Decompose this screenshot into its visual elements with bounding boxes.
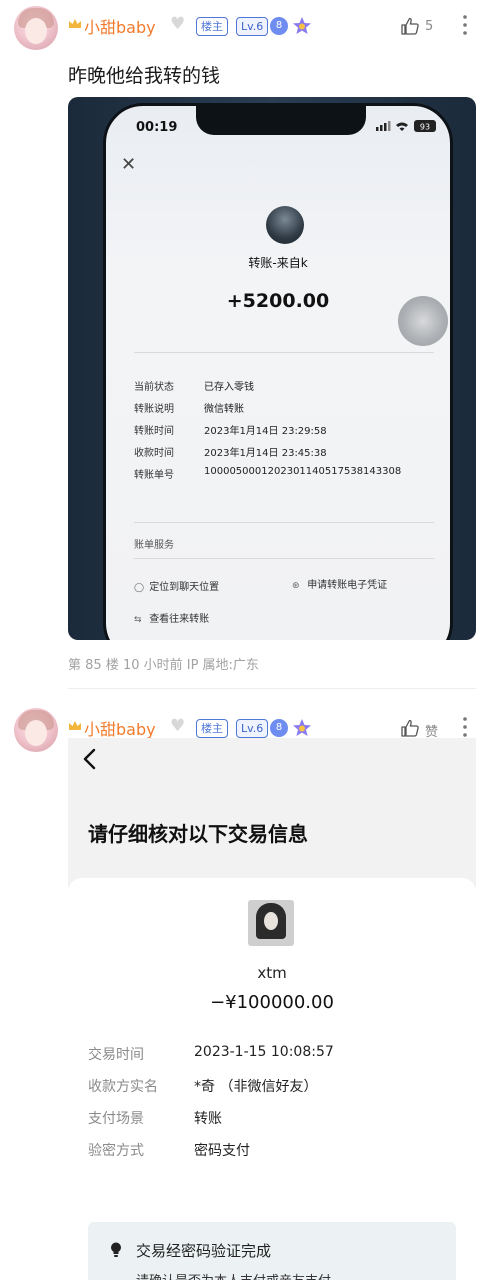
- back-chevron-icon[interactable]: [82, 748, 96, 770]
- bill-service-label: 账单服务: [134, 540, 174, 551]
- crown-icon: [69, 19, 81, 28]
- post-separator: [68, 688, 476, 689]
- heart-icon: ♥: [170, 14, 186, 34]
- host-badge: 楼主: [196, 17, 228, 36]
- more-options-icon[interactable]: [462, 716, 468, 738]
- crown-icon: [69, 721, 81, 730]
- chat-bubble-icon: ◯: [134, 583, 145, 593]
- status-icons: 93: [376, 120, 436, 132]
- username[interactable]: 小甜baby: [84, 14, 156, 38]
- payee-avatar: [248, 900, 294, 946]
- divider: [134, 558, 434, 559]
- like-count: 5: [425, 19, 434, 34]
- post-header: 小甜baby ♥ 楼主 Lv.6 8 5: [0, 0, 491, 60]
- transfer-from: 转账-来自k: [248, 256, 308, 270]
- notice-title: 交易经密码验证完成: [136, 1242, 272, 1260]
- confirm-title: 请仔细核对以下交易信息: [88, 822, 308, 846]
- shield-badge: 8: [270, 17, 288, 35]
- transfer-amount: +5200.00: [226, 290, 330, 312]
- shield-badge: 8: [270, 719, 288, 737]
- user-avatar[interactable]: [14, 6, 58, 50]
- thumbs-up-icon[interactable]: [400, 718, 420, 738]
- voucher-icon: ⊛: [292, 581, 300, 591]
- phone-screen: 00:19 93 ✕ 转账-来自k +5200.00 当前状态 已存入零钱 转账说…: [103, 103, 453, 640]
- star-badge-icon: [293, 719, 311, 736]
- view-transfers-link[interactable]: ⇆ 查看往来转账: [134, 610, 209, 625]
- heart-icon: ♥: [170, 716, 186, 736]
- transaction-card: xtm −¥100000.00 交易时间 2023-1-15 10:08:57 收…: [68, 878, 476, 1280]
- apply-voucher-link[interactable]: ⊛ 申请转账电子凭证: [292, 576, 387, 591]
- divider: [134, 522, 434, 523]
- battery-level: 93: [420, 123, 430, 132]
- locate-chat-link[interactable]: ◯ 定位到聊天位置: [134, 578, 219, 593]
- post-photo-transfer[interactable]: 00:19 93 ✕ 转账-来自k +5200.00 当前状态 已存入零钱 转账说…: [68, 97, 476, 640]
- sender-avatar: [266, 206, 304, 244]
- divider: [134, 352, 434, 353]
- post-photo-payment-confirm[interactable]: 请仔细核对以下交易信息 xtm −¥100000.00 交易时间 2023-1-1…: [68, 738, 476, 1280]
- star-badge-icon: [293, 17, 311, 34]
- verification-notice: 交易经密码验证完成 请确认是否为本人支付或亲友支付: [88, 1222, 456, 1280]
- payment-amount: −¥100000.00: [210, 992, 334, 1013]
- thumbs-up-icon[interactable]: [400, 16, 420, 36]
- payee-name: xtm: [257, 964, 287, 982]
- assistive-touch-button[interactable]: [398, 296, 448, 346]
- user-avatar[interactable]: [14, 708, 58, 752]
- lightbulb-icon: [111, 1242, 121, 1257]
- post-text: 昨晚他给我转的钱: [68, 65, 221, 87]
- status-time: 00:19: [136, 120, 178, 135]
- level-badge: Lv.6: [236, 719, 269, 738]
- level-badge: Lv.6: [236, 17, 269, 36]
- notice-subtitle: 请确认是否为本人支付或亲友支付: [136, 1270, 331, 1280]
- swap-icon: ⇆: [134, 615, 142, 625]
- host-badge: 楼主: [196, 719, 228, 738]
- close-icon[interactable]: ✕: [121, 154, 136, 175]
- more-options-icon[interactable]: [462, 14, 468, 36]
- post-meta: 第 85 楼 10 小时前 IP 属地:广东: [68, 658, 259, 673]
- phone-notch: [196, 103, 366, 135]
- username[interactable]: 小甜baby: [84, 716, 156, 740]
